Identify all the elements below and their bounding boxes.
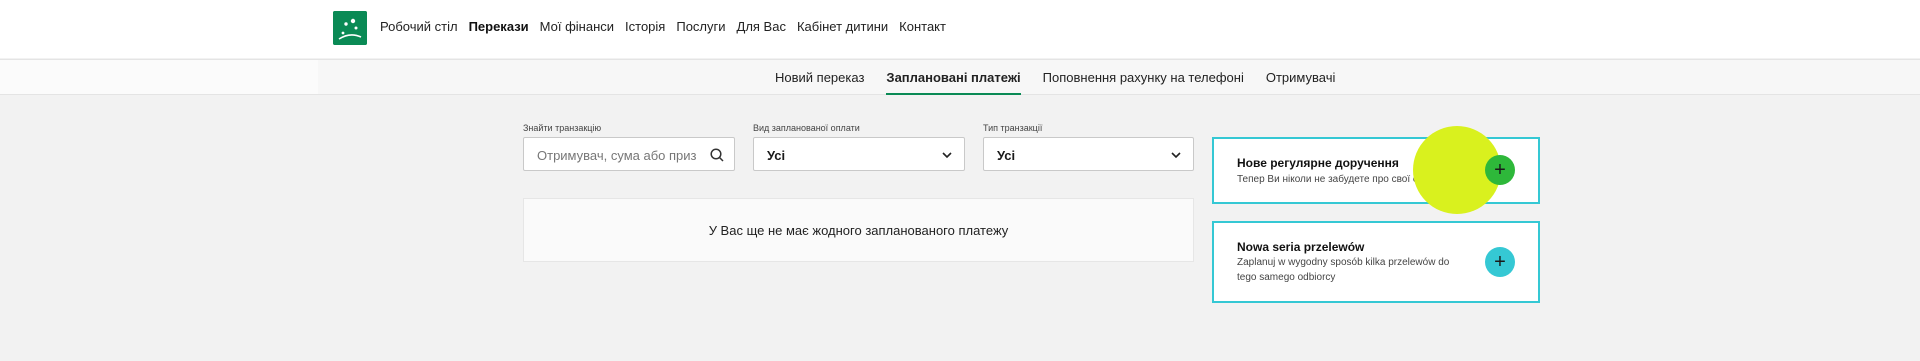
sub-nav: Новий переказ Заплановані платежі Поповн… [0,59,1920,95]
add-standing-order-button[interactable]: + [1485,155,1515,185]
tab-phone-topup[interactable]: Поповнення рахунку на телефоні [1043,60,1244,95]
empty-state-message: У Вас ще не має жодного запланованого пл… [708,223,1009,238]
chevron-down-icon [1171,152,1181,159]
subnav-left-panel [0,60,318,94]
transaction-type-value: Усі [997,148,1016,163]
plus-icon: + [1494,251,1506,273]
bank-logo[interactable] [333,11,367,45]
top-header: Робочий стіл Перекази Мої фінанси Історі… [0,0,1920,58]
card-title: Нове регулярне доручення [1237,156,1399,170]
nav-item-history[interactable]: Історія [625,19,665,34]
tab-scheduled-payments[interactable]: Заплановані платежі [886,60,1021,95]
nav-item-contact[interactable]: Контакт [899,19,946,34]
main-nav: Робочий стіл Перекази Мої фінанси Історі… [380,19,957,34]
transaction-type-select[interactable]: Усі [983,137,1194,171]
nav-item-finances[interactable]: Мої фінанси [540,19,614,34]
search-icon[interactable] [709,147,725,163]
nav-item-transfers[interactable]: Перекази [469,19,529,34]
card-description: Zaplanuj w wygodny sposób kilka przelewó… [1237,257,1450,283]
empty-state: У Вас ще не має жодного запланованого пл… [523,198,1194,262]
search-input[interactable]: Отримувач, сума або призна... [523,137,735,171]
payment-type-select[interactable]: Усі [753,137,965,171]
search-label: Знайти транзакцію [523,123,602,133]
payment-type-label: Вид запланованої оплати [753,123,860,133]
nav-item-for-you[interactable]: Для Вас [737,19,786,34]
nav-item-services[interactable]: Послуги [676,19,725,34]
search-placeholder: Отримувач, сума або призна... [537,148,697,163]
tab-recipients[interactable]: Отримувачі [1266,60,1336,95]
nav-item-desktop[interactable]: Робочий стіл [380,19,458,34]
tab-new-transfer[interactable]: Новий переказ [775,60,864,95]
plus-icon: + [1494,159,1506,181]
nav-item-child-cabinet[interactable]: Кабінет дитини [797,19,888,34]
chevron-down-icon [942,152,952,159]
card-title: Nowa seria przelewów [1237,240,1365,254]
new-transfer-series-card[interactable]: Nowa seria przelewów Zaplanuj w wygodny … [1212,221,1540,303]
payment-type-value: Усі [767,148,786,163]
transaction-type-label: Тип транзакції [983,123,1043,133]
add-transfer-series-button[interactable]: + [1485,247,1515,277]
